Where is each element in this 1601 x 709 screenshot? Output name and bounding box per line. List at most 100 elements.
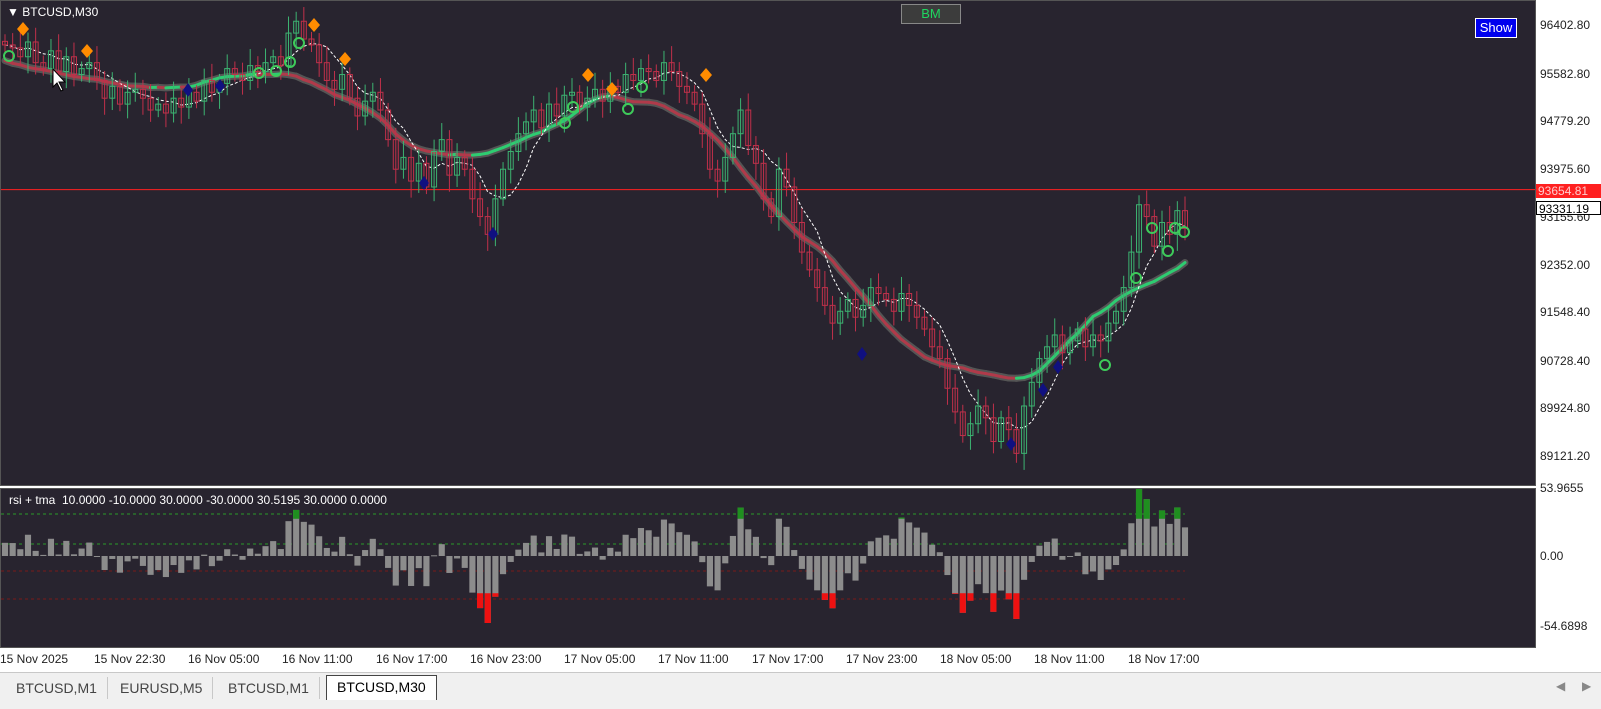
indicator-bar [278,549,284,556]
indicator-bar [875,538,881,556]
indicator-bar [308,525,314,556]
indicator-bar-oversold [492,593,498,596]
indicator-bar [48,539,54,556]
indicator-bar [102,556,108,570]
indicator-bar [385,556,391,568]
indicator-bar [577,554,583,556]
indicator-bar [1121,549,1127,556]
indicator-bar [178,556,184,573]
indicator-axis-max: 53.9655 [1540,481,1583,495]
indicator-bar [523,543,529,556]
indicator-bar-overbought [293,510,299,519]
indicator-bar [600,556,606,560]
current-price-tag: 93654.81 [1536,184,1601,198]
price-chart-canvas [1,1,1535,485]
bm-button[interactable]: BM [901,4,961,24]
indicator-bar [707,556,713,586]
indicator-bar [799,556,805,569]
price-axis-label: 95582.80 [1540,67,1590,81]
time-axis-label: 18 Nov 05:00 [940,652,1011,666]
time-axis-label: 15 Nov 22:30 [94,652,165,666]
indicator-bar [354,556,360,566]
indicator-bar [837,556,843,590]
time-axis-label: 17 Nov 11:00 [658,652,729,666]
indicator-bar [431,555,437,556]
indicator-bar [109,556,115,559]
indicator-bar [906,522,912,556]
indicator-bar [768,556,774,565]
symbol-label[interactable]: ▼ BTCUSD,M30 [7,5,98,19]
indicator-bar [17,549,23,556]
indicator-bar [270,541,276,556]
indicator-bar [937,552,943,556]
indicator-axis-min: -54.6898 [1540,619,1587,633]
indicator-window[interactable]: rsi + tma 10.0000 -10.0000 30.0000 -30.0… [0,488,1536,648]
indicator-bar [845,556,851,573]
indicator-bar [745,529,751,556]
indicator-bar [454,556,460,558]
tab-btcusd-m1[interactable]: BTCUSD,M1 [6,677,108,699]
indicator-bar [653,537,659,556]
indicator-bar [615,552,621,556]
price-axis-label: 93975.60 [1540,162,1590,176]
indicator-bar [1167,524,1173,556]
indicator-bar [1075,552,1081,556]
indicator-bar [561,535,567,556]
indicator-bar [2,543,8,556]
indicator-bar [63,541,69,556]
indicator-bar [783,527,789,556]
indicator-bar [669,523,675,556]
indicator-bar [439,544,445,556]
indicator-bar [1052,539,1058,556]
time-axis: 15 Nov 202515 Nov 22:3016 Nov 05:0016 No… [0,648,1601,672]
indicator-bar [125,556,131,561]
indicator-bar [929,545,935,556]
symbol-text: BTCUSD,M30 [22,5,98,19]
price-axis-label: 92352.00 [1540,258,1590,272]
price-axis-label: 91548.40 [1540,305,1590,319]
price-chart[interactable]: ▼ BTCUSD,M30 BM Show [0,0,1536,486]
orange-diamond-icon [700,68,712,82]
tab-scroll-left-icon[interactable]: ◀ [1556,679,1565,693]
indicator-bar [331,552,337,556]
orange-diamond-icon [17,22,29,36]
orange-diamond-icon [81,44,93,58]
indicator-bar [186,556,192,560]
indicator-bar [891,539,897,556]
indicator-bar [1082,556,1088,574]
indicator-bar [155,556,161,570]
price-axis[interactable]: 96402.8095582.8094779.2093975.6093155.60… [1536,0,1601,486]
indicator-bar [676,532,682,556]
indicator-axis: 53.9655 0.00 -54.6898 [1536,488,1601,648]
indicator-bar-oversold [822,593,828,600]
indicator-bar [33,551,39,556]
indicator-label: rsi + tma 10.0000 -10.0000 30.0000 -30.0… [9,493,387,507]
time-axis-label: 16 Nov 05:00 [188,652,259,666]
indicator-bar [370,539,376,556]
indicator-bar [416,556,422,568]
indicator-bar [1182,527,1188,556]
tab-eurusd-m5[interactable]: EURUSD,M5 [110,677,213,699]
indicator-bar [255,554,261,556]
collapse-triangle-icon[interactable]: ▼ [7,5,19,19]
indicator-bar [646,530,652,556]
indicator-bar [301,522,307,556]
indicator-bar [500,556,506,574]
green-signal-icon [1131,273,1141,283]
time-axis-label: 17 Nov 05:00 [564,652,635,666]
indicator-bar [132,556,138,559]
indicator-bar-overbought [1174,507,1180,518]
tab-scroll-right-icon[interactable]: ▶ [1582,679,1591,693]
tab-btcusd-m30[interactable]: BTCUSD,M30 [326,675,437,700]
indicator-bar [753,537,759,556]
indicator-bar [423,556,429,586]
indicator-bar [515,550,521,556]
time-axis-label: 17 Nov 23:00 [846,652,917,666]
show-button[interactable]: Show [1475,18,1517,38]
indicator-bar [239,556,245,560]
navy-diamond-icon [419,176,429,190]
indicator-bar [630,538,636,556]
tab-btcusd-m1-2[interactable]: BTCUSD,M1 [218,677,320,699]
green-signal-icon [294,38,304,48]
indicator-bar [262,546,268,556]
